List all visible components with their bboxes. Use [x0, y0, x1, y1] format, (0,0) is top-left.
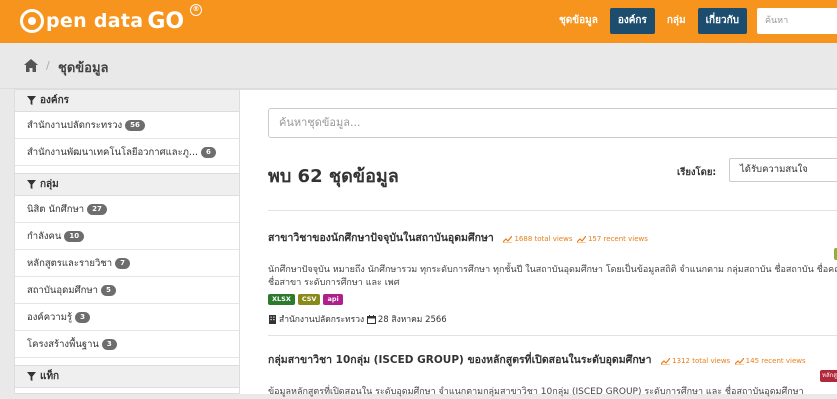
registered-icon: ®: [190, 4, 202, 16]
count-badge: 6: [201, 146, 216, 158]
count-badge: 3: [101, 338, 117, 350]
count-badge: 10: [64, 230, 85, 242]
filter-item-group[interactable]: นิสิต นักศึกษา 27: [15, 196, 239, 223]
count-badge: 27: [87, 203, 107, 215]
nav-about[interactable]: เกี่ยวกับ: [697, 8, 747, 34]
recent-views: 157 recent views: [587, 235, 648, 243]
dataset-description: นักศึกษาปัจจุบัน หมายถึง นักศึกษารวม ทุก…: [268, 265, 837, 288]
calendar-icon: [366, 314, 376, 324]
nav-datasets[interactable]: ชุดข้อมูล: [551, 8, 606, 34]
funnel-icon: [27, 372, 36, 381]
filter-item-group[interactable]: หลักสูตรและรายวิชา 7: [15, 250, 239, 277]
line-chart-icon: [661, 357, 671, 365]
line-chart-icon: [576, 235, 586, 243]
format-badge-csv[interactable]: CSV: [297, 294, 321, 305]
dataset-title-text: กลุ่มสาขาวิชา 10กลุ่ม (ISCED GROUP) ของห…: [268, 354, 652, 366]
filter-item-group[interactable]: สถาบันอุดมศึกษา 5: [15, 277, 239, 304]
breadcrumb-current[interactable]: ชุดข้อมูล: [58, 57, 109, 78]
divider: [268, 335, 837, 336]
format-badge-xlsx[interactable]: XLSX: [268, 294, 295, 305]
filter-item-label: องค์ความรู้: [27, 311, 73, 323]
sort-label: เรียงโดย:: [677, 167, 717, 178]
filter-heading-tags: แท็ก: [15, 366, 239, 388]
recent-views: 145 recent views: [745, 357, 806, 365]
line-chart-icon: [734, 357, 744, 365]
nav-groups[interactable]: กลุ่ม: [659, 8, 694, 34]
filter-item-label: สำนักงานปลัดกระทรวง: [27, 119, 123, 131]
count-badge: 5: [100, 284, 116, 296]
filter-sidebar: องค์กร สำนักงานปลัดกระทรวง 56 สำนักงานพั…: [14, 89, 240, 394]
dataset-search-input[interactable]: ค้นหาชุดข้อมูล...: [268, 108, 837, 138]
divider: [268, 210, 837, 211]
filter-item-org[interactable]: สำนักงานพัฒนาเทคโนโลยีอวกาศและภู... 6: [15, 139, 239, 166]
logo-o-icon: [20, 9, 44, 33]
breadcrumb-separator: /: [46, 59, 50, 72]
dataset-meta: สำนักงานปลัดกระทรวง 28 สิงหาคม 2566: [268, 312, 447, 326]
filter-item-group[interactable]: โครงสร้างพื้นฐาน 3: [15, 331, 239, 358]
filter-item-label: กำลังคน: [27, 230, 62, 242]
building-icon: [269, 314, 276, 324]
sort-select[interactable]: ได้รับความสนใจ: [729, 158, 837, 182]
filter-item-org[interactable]: สำนักงานปลัดกระทรวง 56: [15, 112, 239, 139]
dataset-title-text: สาขาวิชาของนักศึกษาปัจจุบันในสถาบันอุดมศ…: [268, 232, 494, 244]
filter-heading-label: แท็ก: [40, 370, 60, 382]
site-logo[interactable]: pen data GO ®: [20, 4, 202, 36]
logo-go: GO: [147, 8, 185, 34]
dataset-date: 28 สิงหาคม 2566: [377, 315, 447, 325]
count-badge: 56: [125, 119, 145, 131]
count-badge: 3: [75, 311, 90, 323]
filter-heading-label: องค์กร: [40, 94, 70, 106]
nav-organizations[interactable]: องค์กร: [609, 8, 655, 34]
filter-item-label: สถาบันอุดมศึกษา: [27, 284, 98, 296]
filter-item-group[interactable]: องค์ความรู้ 3: [15, 304, 239, 331]
funnel-icon: [27, 96, 36, 105]
filter-item-group[interactable]: กำลังคน 10: [15, 223, 239, 250]
filter-heading-label: กลุ่ม: [40, 178, 59, 190]
top-navbar: pen data GO ® ชุดข้อมูล องค์กร กลุ่ม เกี…: [0, 0, 837, 43]
view-stats: 1688 total views 157 recent views: [503, 235, 648, 243]
filter-item-label: นิสิต นักศึกษา: [27, 203, 85, 215]
view-stats: 1312 total views 145 recent views: [661, 357, 806, 365]
logo-text: pen data: [46, 10, 144, 32]
dataset-results: ค้นหาชุดข้อมูล... พบ 62 ชุดข้อมูล เรียงโ…: [240, 89, 837, 397]
nav-search-input[interactable]: ค้นหา: [757, 8, 837, 34]
total-views: 1312 total views: [672, 357, 731, 365]
funnel-icon: [27, 180, 36, 189]
result-count: พบ 62 ชุดข้อมูล: [268, 166, 399, 187]
line-chart-icon: [503, 235, 513, 243]
dataset-description: ข้อมูลหลักสูตรที่เปิดสอนใน ระดับอุดมศึกษ…: [268, 387, 804, 397]
filter-item-label: หลักสูตรและรายวิชา: [27, 257, 113, 269]
dataset-org[interactable]: สำนักงานปลัดกระทรวง: [279, 312, 364, 326]
home-icon[interactable]: [24, 59, 38, 72]
format-badge-api[interactable]: api: [323, 294, 343, 305]
main-nav: ชุดข้อมูล องค์กร กลุ่ม เกี่ยวกับ ค้นหา: [551, 8, 837, 34]
filter-heading-group: กลุ่ม: [15, 174, 239, 196]
dataset-title[interactable]: สาขาวิชาของนักศึกษาปัจจุบันในสถาบันอุดมศ…: [268, 229, 648, 246]
breadcrumb: / ชุดข้อมูล: [0, 43, 837, 89]
side-tag-label: หลักสู: [820, 370, 837, 382]
dataset-title[interactable]: กลุ่มสาขาวิชา 10กลุ่ม (ISCED GROUP) ของห…: [268, 351, 806, 368]
format-badges: XLSX CSV api: [268, 294, 343, 305]
count-badge: 7: [115, 257, 130, 269]
filter-heading-organization: องค์กร: [15, 90, 239, 112]
total-views: 1688 total views: [514, 235, 573, 243]
filter-item-label: สำนักงานพัฒนาเทคโนโลยีอวกาศและภู...: [27, 146, 198, 158]
filter-item-label: โครงสร้างพื้นฐาน: [27, 338, 99, 350]
